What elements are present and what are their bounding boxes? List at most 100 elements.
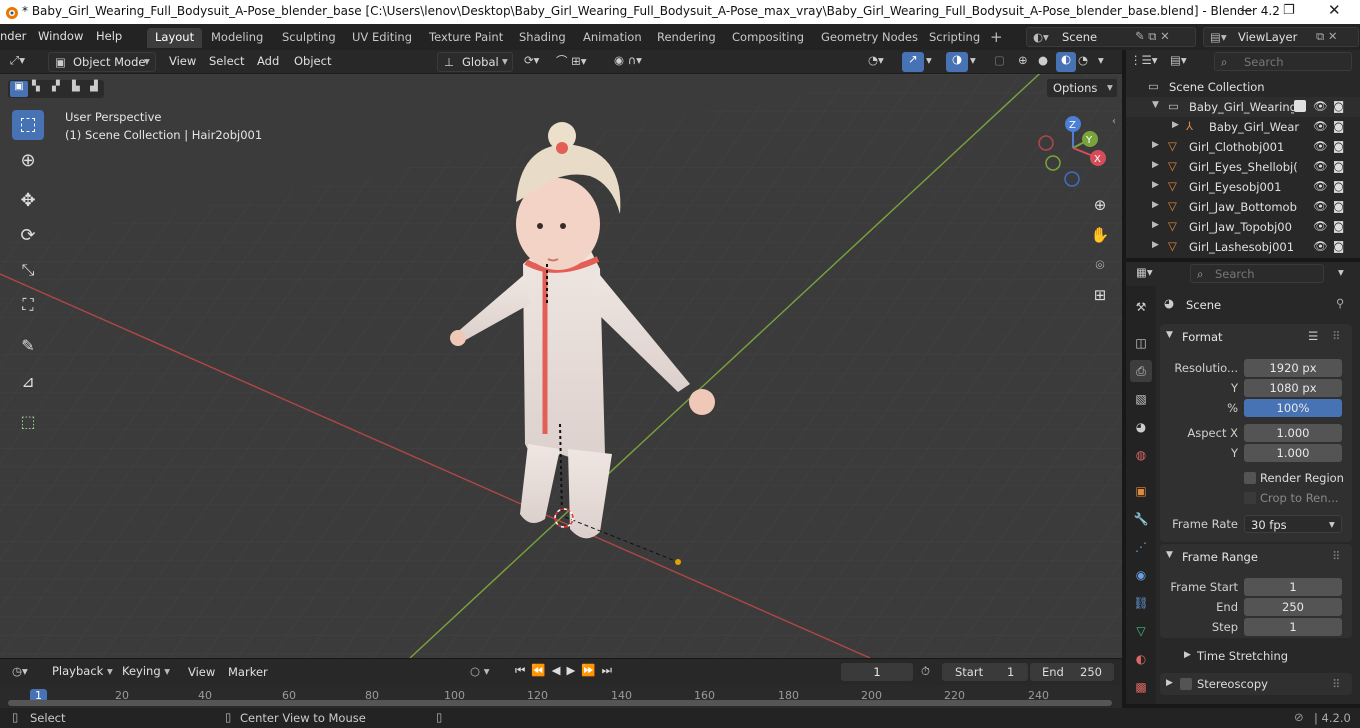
pin-icon[interactable]: ⚲ (1336, 296, 1344, 310)
timeline-start-field[interactable]: Start 1 (942, 663, 1028, 681)
playback-controls[interactable]: ⏮⏪◀▶⏩⏭ (515, 663, 618, 678)
maximize-icon[interactable]: ❐ (1283, 3, 1295, 18)
select-box-tool-icon[interactable] (12, 110, 44, 140)
camera-icon[interactable]: ◙ (1333, 99, 1344, 113)
perspective-toggle-icon[interactable]: ⊞ (1087, 282, 1113, 308)
frame-step-field[interactable]: 1 (1244, 618, 1342, 636)
select-intersect-icon[interactable]: ▟ (90, 81, 98, 92)
outliner-item[interactable]: ▶ ▽ Girl_Eyesobj001 👁 ◙ (1126, 177, 1360, 197)
menu-object[interactable]: Object (294, 54, 331, 68)
zoom-icon[interactable]: ⊕ (1087, 192, 1113, 218)
camera-icon[interactable]: ◙ (1333, 119, 1344, 133)
overlays-icon[interactable]: ◑ (946, 52, 968, 72)
cursor-tool-icon[interactable]: ⊕ (12, 145, 44, 175)
tab-uv-editing[interactable]: UV Editing (344, 28, 420, 48)
measure-tool-icon[interactable]: ⊿ (12, 366, 44, 396)
transform-tool-icon[interactable]: ⛶ (12, 290, 44, 320)
outliner-item[interactable]: ▶ ▽ Girl_Jaw_Topobj00 👁 ◙ (1126, 217, 1360, 237)
tab-shading[interactable]: Shading (511, 28, 574, 48)
render-tab-icon[interactable]: ◫ (1130, 332, 1152, 354)
tab-compositing[interactable]: Compositing (724, 28, 812, 48)
properties-editor-icon[interactable]: ▦▾ (1136, 265, 1153, 279)
aspect-x-field[interactable]: 1.000 (1244, 424, 1342, 442)
tool-tab-icon[interactable]: ⚒ (1130, 296, 1152, 318)
menu-render[interactable]: nder (0, 29, 26, 43)
chevron-down-icon[interactable]: ▾ (970, 53, 976, 67)
viewlayer-selector[interactable]: ▤▾ ViewLayer ⧉ ✕ (1203, 27, 1359, 47)
pivot-icon[interactable]: ⟳▾ (524, 53, 539, 67)
playback-menu[interactable]: Playback ▾ (46, 662, 114, 681)
eye-icon[interactable]: 👁 (1313, 119, 1328, 133)
modifier-tab-icon[interactable]: 🔧 (1130, 508, 1152, 530)
camera-icon[interactable]: ◙ (1333, 159, 1344, 173)
frame-rate-dropdown[interactable]: 30 fps ▾ (1244, 515, 1342, 533)
timeline-editor-icon[interactable]: ◷▾ (12, 664, 28, 678)
tab-modeling[interactable]: Modeling (203, 28, 271, 48)
xray-icon[interactable]: ▢ (994, 53, 1005, 67)
include-checkbox[interactable] (1294, 100, 1306, 112)
chevron-down-icon[interactable]: ▼ (1152, 100, 1159, 110)
display-mode-icon[interactable]: ▤▾ (1170, 53, 1187, 67)
move-tool-icon[interactable]: ✥ (12, 185, 44, 215)
options-dropdown[interactable]: Options ▾ (1046, 78, 1118, 98)
tab-animation[interactable]: Animation (575, 28, 650, 48)
tab-texture-paint[interactable]: Texture Paint (421, 28, 511, 48)
chevron-down-icon[interactable]: ▾ (1098, 53, 1104, 67)
chevron-down-icon[interactable]: ▼ (1166, 330, 1173, 340)
orientation-dropdown[interactable]: ⊥ Global ▾ (437, 52, 513, 72)
camera-view-icon[interactable]: ⌾ (1087, 252, 1113, 278)
outliner-item[interactable]: ▼ ▭ Baby_Girl_Wearing_ 👁 ◙ (1126, 97, 1360, 117)
tab-rendering[interactable]: Rendering (649, 28, 724, 48)
outliner-search[interactable]: ⌕ Search (1214, 52, 1352, 71)
chevron-right-icon[interactable]: ▶ (1172, 120, 1179, 130)
outliner-item[interactable]: ▶ ▽ Girl_Clothobj001 👁 ◙ (1126, 137, 1360, 157)
outliner-editor-icon[interactable]: ⋮☰▾ (1130, 53, 1158, 67)
rendered-shading-icon[interactable]: ◔ (1078, 53, 1088, 67)
eye-icon[interactable]: 👁 (1313, 199, 1328, 213)
add-workspace-icon[interactable]: + (990, 28, 1003, 46)
camera-icon[interactable]: ◙ (1333, 239, 1344, 253)
editor-type-icon[interactable]: ⤢▾ (10, 53, 25, 68)
tab-sculpting[interactable]: Sculpting (274, 28, 344, 48)
chevron-down-icon[interactable]: ▼ (1166, 550, 1173, 560)
outliner-item[interactable]: ▶ ▽ Girl_Eyes_Shellobj( 👁 ◙ (1126, 157, 1360, 177)
navigation-gizmo[interactable]: Z Y X (1038, 112, 1112, 190)
current-frame-field[interactable]: 1 (841, 663, 913, 681)
timeline-end-field[interactable]: End 250 (1030, 663, 1114, 681)
camera-icon[interactable]: ◙ (1333, 199, 1344, 213)
eye-icon[interactable]: 👁 (1313, 139, 1328, 153)
camera-icon[interactable]: ◙ (1333, 179, 1344, 193)
annotate-tool-icon[interactable]: ✎ (12, 330, 44, 360)
scene-tab-icon[interactable]: ◕ (1130, 416, 1152, 438)
rotate-tool-icon[interactable]: ⟳ (12, 220, 44, 250)
material-tab-icon[interactable]: ◐ (1130, 648, 1152, 670)
drag-handle-icon[interactable]: ⠿ (1332, 677, 1340, 691)
pan-hand-icon[interactable]: ✋ (1087, 222, 1113, 248)
chevron-right-icon[interactable]: ▶ (1152, 220, 1159, 230)
chevron-right-icon[interactable]: ▶ (1152, 140, 1159, 150)
eye-icon[interactable]: 👁 (1313, 239, 1328, 253)
scene-selector[interactable]: ◐▾ Scene ✎ ⧉ ✕ (1026, 27, 1196, 47)
camera-icon[interactable]: ◙ (1333, 139, 1344, 153)
frame-end-field[interactable]: 250 (1244, 598, 1342, 616)
mode-dropdown[interactable]: ▣ Object Mode ▾ (48, 52, 156, 72)
view-layer-tab-icon[interactable]: ▧ (1130, 388, 1152, 410)
marker-menu[interactable]: Marker (228, 665, 268, 679)
keying-menu[interactable]: Keying ▾ (116, 662, 178, 681)
object-tab-icon[interactable]: ▣ (1130, 480, 1152, 502)
close-icon[interactable]: ✕ (1328, 1, 1341, 19)
tab-scripting[interactable]: Scripting (921, 28, 988, 48)
camera-icon[interactable]: ◙ (1333, 219, 1344, 233)
particles-tab-icon[interactable]: ⋰ (1130, 536, 1152, 558)
gizmo-toggle-icon[interactable]: ↗ (902, 52, 924, 72)
wireframe-shading-icon[interactable]: ⊕ (1018, 53, 1028, 67)
material-shading-icon[interactable]: ◐ (1056, 52, 1076, 72)
eye-icon[interactable]: 👁 (1313, 219, 1328, 233)
stereoscopy-panel[interactable]: ▶ Stereoscopy ⠿ (1160, 673, 1352, 695)
texture-tab-icon[interactable]: ▩ (1130, 676, 1152, 698)
tab-layout[interactable]: Layout (147, 28, 203, 48)
physics-tab-icon[interactable]: ◉ (1130, 564, 1152, 586)
render-region-checkbox[interactable] (1244, 472, 1256, 484)
solid-shading-icon[interactable]: ● (1038, 53, 1048, 67)
timeline-view-menu[interactable]: View (188, 665, 215, 679)
